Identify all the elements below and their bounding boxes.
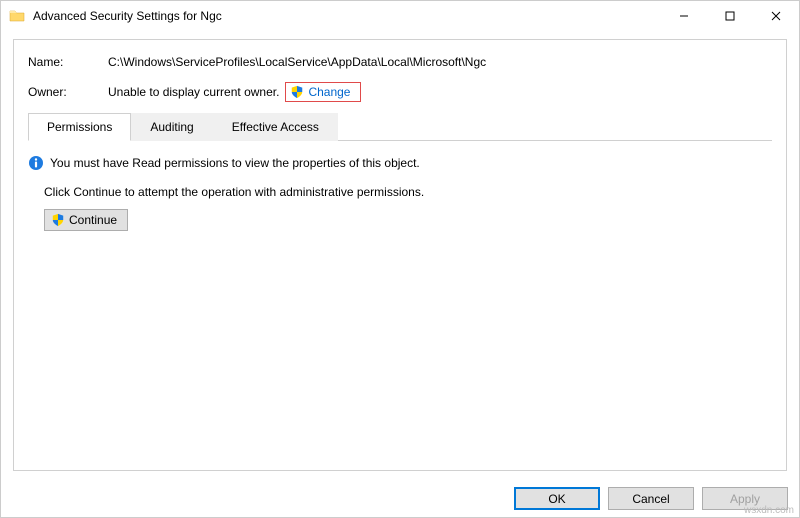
tab-content: You must have Read permissions to view t… — [28, 141, 772, 231]
continue-text: Click Continue to attempt the operation … — [44, 185, 772, 199]
owner-label: Owner: — [28, 85, 108, 99]
info-icon — [28, 155, 44, 171]
tab-auditing[interactable]: Auditing — [131, 113, 212, 141]
change-owner-label: Change — [308, 85, 350, 99]
window-title: Advanced Security Settings for Ngc — [33, 9, 661, 23]
ok-button[interactable]: OK — [514, 487, 600, 510]
info-row: You must have Read permissions to view t… — [28, 155, 772, 171]
name-label: Name: — [28, 55, 108, 69]
watermark: wsxdn.com — [744, 505, 794, 516]
content-area: Name: C:\Windows\ServiceProfiles\LocalSe… — [13, 39, 787, 471]
close-button[interactable] — [753, 1, 799, 31]
folder-icon — [9, 8, 25, 24]
info-text: You must have Read permissions to view t… — [50, 156, 420, 170]
titlebar: Advanced Security Settings for Ngc — [1, 1, 799, 31]
maximize-button[interactable] — [707, 1, 753, 31]
owner-value: Unable to display current owner. — [108, 85, 279, 99]
uac-shield-icon — [51, 213, 65, 227]
name-value: C:\Windows\ServiceProfiles\LocalService\… — [108, 55, 486, 69]
tab-permissions[interactable]: Permissions — [28, 113, 131, 141]
cancel-button[interactable]: Cancel — [608, 487, 694, 510]
continue-label: Continue — [69, 213, 117, 227]
change-owner-link[interactable]: Change — [285, 82, 361, 102]
tab-effective-access[interactable]: Effective Access — [213, 113, 338, 141]
tab-bar: Permissions Auditing Effective Access — [28, 112, 772, 141]
continue-button[interactable]: Continue — [44, 209, 128, 231]
minimize-button[interactable] — [661, 1, 707, 31]
window-controls — [661, 1, 799, 31]
uac-shield-icon — [290, 85, 304, 99]
name-row: Name: C:\Windows\ServiceProfiles\LocalSe… — [28, 52, 772, 72]
owner-row: Owner: Unable to display current owner. … — [28, 82, 772, 102]
